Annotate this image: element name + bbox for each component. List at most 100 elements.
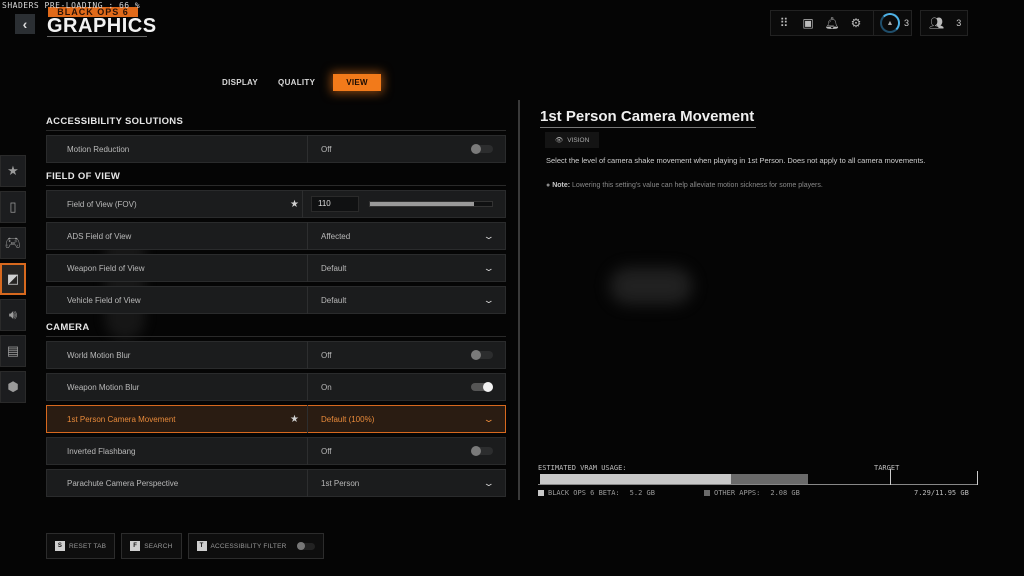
setting-label: Weapon Motion Blur: [67, 382, 140, 392]
bottom-actions: S RESET TAB F SEARCH T ACCESSIBILITY FIL…: [46, 533, 324, 559]
accessibility-filter-button[interactable]: T ACCESSIBILITY FILTER: [187, 533, 324, 559]
grid-icon[interactable]: ⠿: [777, 16, 791, 30]
store-icon[interactable]: ▣: [801, 16, 815, 30]
chevron-down-icon[interactable]: ⌄: [483, 263, 495, 274]
setting-ads-fov[interactable]: ADS Field of View Affected ⌄: [46, 222, 506, 250]
setting-parachute-camera[interactable]: Parachute Camera Perspective 1st Person ⌄: [46, 469, 506, 497]
chevron-down-icon[interactable]: ⌄: [483, 414, 495, 425]
mouse-icon: ▯: [9, 199, 17, 214]
legend-label: OTHER APPS:: [714, 489, 761, 497]
shader-preload-status: SHADERS PRE-LOADING : 66 %: [2, 1, 141, 10]
back-button[interactable]: ‹: [15, 14, 35, 34]
accessibility-filter-toggle[interactable]: [296, 541, 315, 550]
vram-other-segment: [731, 474, 809, 484]
motion-reduction-toggle[interactable]: [471, 144, 493, 154]
vram-target-label: TARGET: [874, 464, 900, 472]
detail-note: ● Note: Lowering this setting's value ca…: [546, 182, 823, 189]
category-tag-label: VISION: [567, 136, 590, 144]
setting-label: Vehicle Field of View: [67, 295, 141, 305]
section-header-camera: CAMERA: [46, 322, 506, 337]
settings-sidebar: ★ ▯ 🎮︎ ◩ 🔊︎ ▤ ⬢: [0, 155, 28, 407]
setting-world-motion-blur[interactable]: World Motion Blur Off: [46, 341, 506, 369]
setting-label: Parachute Camera Perspective: [67, 478, 179, 488]
title-underline: [47, 36, 147, 37]
legend-swatch: [538, 490, 544, 496]
page-title: GRAPHICS: [47, 15, 157, 37]
graphics-icon: ◩: [6, 271, 20, 286]
sidebar-item-audio[interactable]: 🔊︎: [0, 299, 26, 331]
settings-list: ACCESSIBILITY SOLUTIONS Motion Reduction…: [46, 116, 506, 501]
tab-quality[interactable]: QUALITY: [268, 74, 325, 91]
party-button[interactable]: 👥︎ 3: [920, 10, 968, 36]
setting-value: Off: [321, 446, 332, 456]
setting-value: Off: [321, 144, 332, 154]
fov-slider-fill: [370, 202, 474, 206]
interface-icon: ▤: [6, 343, 20, 358]
setting-value: On: [321, 382, 332, 392]
detail-panel: 1st Person Camera Movement 👁︎ VISION Sel…: [518, 100, 1024, 500]
setting-value: Default: [321, 295, 347, 305]
note-label: Note:: [552, 182, 571, 189]
detail-description: Select the level of camera shake movemen…: [546, 156, 926, 165]
detail-title: 1st Person Camera Movement: [540, 108, 755, 125]
note-text: Lowering this setting's value can help a…: [570, 182, 823, 189]
sidebar-item-controller[interactable]: 🎮︎: [0, 227, 26, 259]
vram-label: ESTIMATED VRAM USAGE:: [538, 464, 627, 472]
star-icon[interactable]: ★: [290, 199, 299, 210]
controller-icon: 🎮︎: [4, 235, 22, 250]
setting-value: Default (100%): [321, 414, 375, 424]
setting-label: 1st Person Camera Movement: [67, 414, 176, 424]
vram-bar: [538, 469, 978, 485]
sidebar-item-interface[interactable]: ▤: [0, 335, 26, 367]
inverted-flashbang-toggle[interactable]: [471, 446, 493, 456]
search-button[interactable]: F SEARCH: [121, 533, 182, 559]
key-hint: S: [55, 541, 65, 551]
sidebar-item-graphics[interactable]: ◩: [0, 263, 26, 295]
chevron-down-icon[interactable]: ⌄: [483, 231, 495, 242]
vram-target-marker: [890, 469, 891, 485]
chevron-down-icon[interactable]: ⌄: [483, 295, 495, 306]
gear-icon[interactable]: ⚙: [849, 16, 863, 30]
tab-display[interactable]: DISPLAY: [212, 74, 268, 91]
chevron-down-icon[interactable]: ⌄: [483, 478, 495, 489]
fov-slider[interactable]: [369, 201, 493, 207]
sidebar-item-favorites[interactable]: ★: [0, 155, 26, 187]
reset-tab-button[interactable]: S RESET TAB: [46, 533, 116, 559]
setting-weapon-motion-blur[interactable]: Weapon Motion Blur On: [46, 373, 506, 401]
chevron-left-icon: ‹: [22, 16, 28, 32]
vram-legend-other: OTHER APPS: 2.08 GB: [704, 489, 800, 497]
vram-legend-game: BLACK OPS 6 BETA: 5.2 GB: [538, 489, 655, 497]
sidebar-item-mouse[interactable]: ▯: [0, 191, 26, 223]
setting-fov[interactable]: Field of View (FOV) ★ 110: [46, 190, 506, 218]
vram-game-segment: [540, 474, 732, 484]
rank-icon: ▲: [880, 13, 900, 33]
weapon-motion-blur-toggle[interactable]: [471, 382, 493, 392]
party-count: 3: [956, 18, 962, 28]
button-label: SEARCH: [144, 542, 173, 550]
tab-view[interactable]: VIEW: [333, 74, 381, 91]
level-number: 3: [904, 18, 910, 28]
setting-label: ADS Field of View: [67, 231, 132, 241]
star-icon[interactable]: ★: [290, 414, 299, 425]
preview-blur: [610, 268, 692, 304]
world-motion-blur-toggle[interactable]: [471, 350, 493, 360]
setting-value: Affected: [321, 231, 351, 241]
setting-vehicle-fov[interactable]: Vehicle Field of View Default ⌄: [46, 286, 506, 314]
setting-weapon-fov[interactable]: Weapon Field of View Default ⌄: [46, 254, 506, 282]
setting-1st-person-camera-movement[interactable]: 1st Person Camera Movement ★ Default (10…: [46, 405, 506, 433]
setting-motion-reduction[interactable]: Motion Reduction Off: [46, 135, 506, 163]
detail-title-underline: [540, 127, 756, 128]
legend-value: 5.2 GB: [629, 489, 655, 497]
setting-label: Field of View (FOV): [67, 199, 137, 209]
fov-value-input[interactable]: 110: [311, 196, 359, 212]
level-indicator[interactable]: ▲ 3: [873, 11, 909, 35]
vram-total: 7.29/11.95 GB: [914, 489, 969, 497]
sidebar-item-network[interactable]: ⬢: [0, 371, 26, 403]
setting-inverted-flashbang[interactable]: Inverted Flashbang Off: [46, 437, 506, 465]
speaker-icon: 🔊︎: [8, 307, 18, 322]
setting-label: Motion Reduction: [67, 144, 130, 154]
bell-icon[interactable]: 🔔︎: [824, 16, 839, 30]
legend-label: BLACK OPS 6 BETA:: [548, 489, 620, 497]
section-header-fov: FIELD OF VIEW: [46, 171, 506, 186]
button-label: RESET TAB: [69, 542, 107, 550]
